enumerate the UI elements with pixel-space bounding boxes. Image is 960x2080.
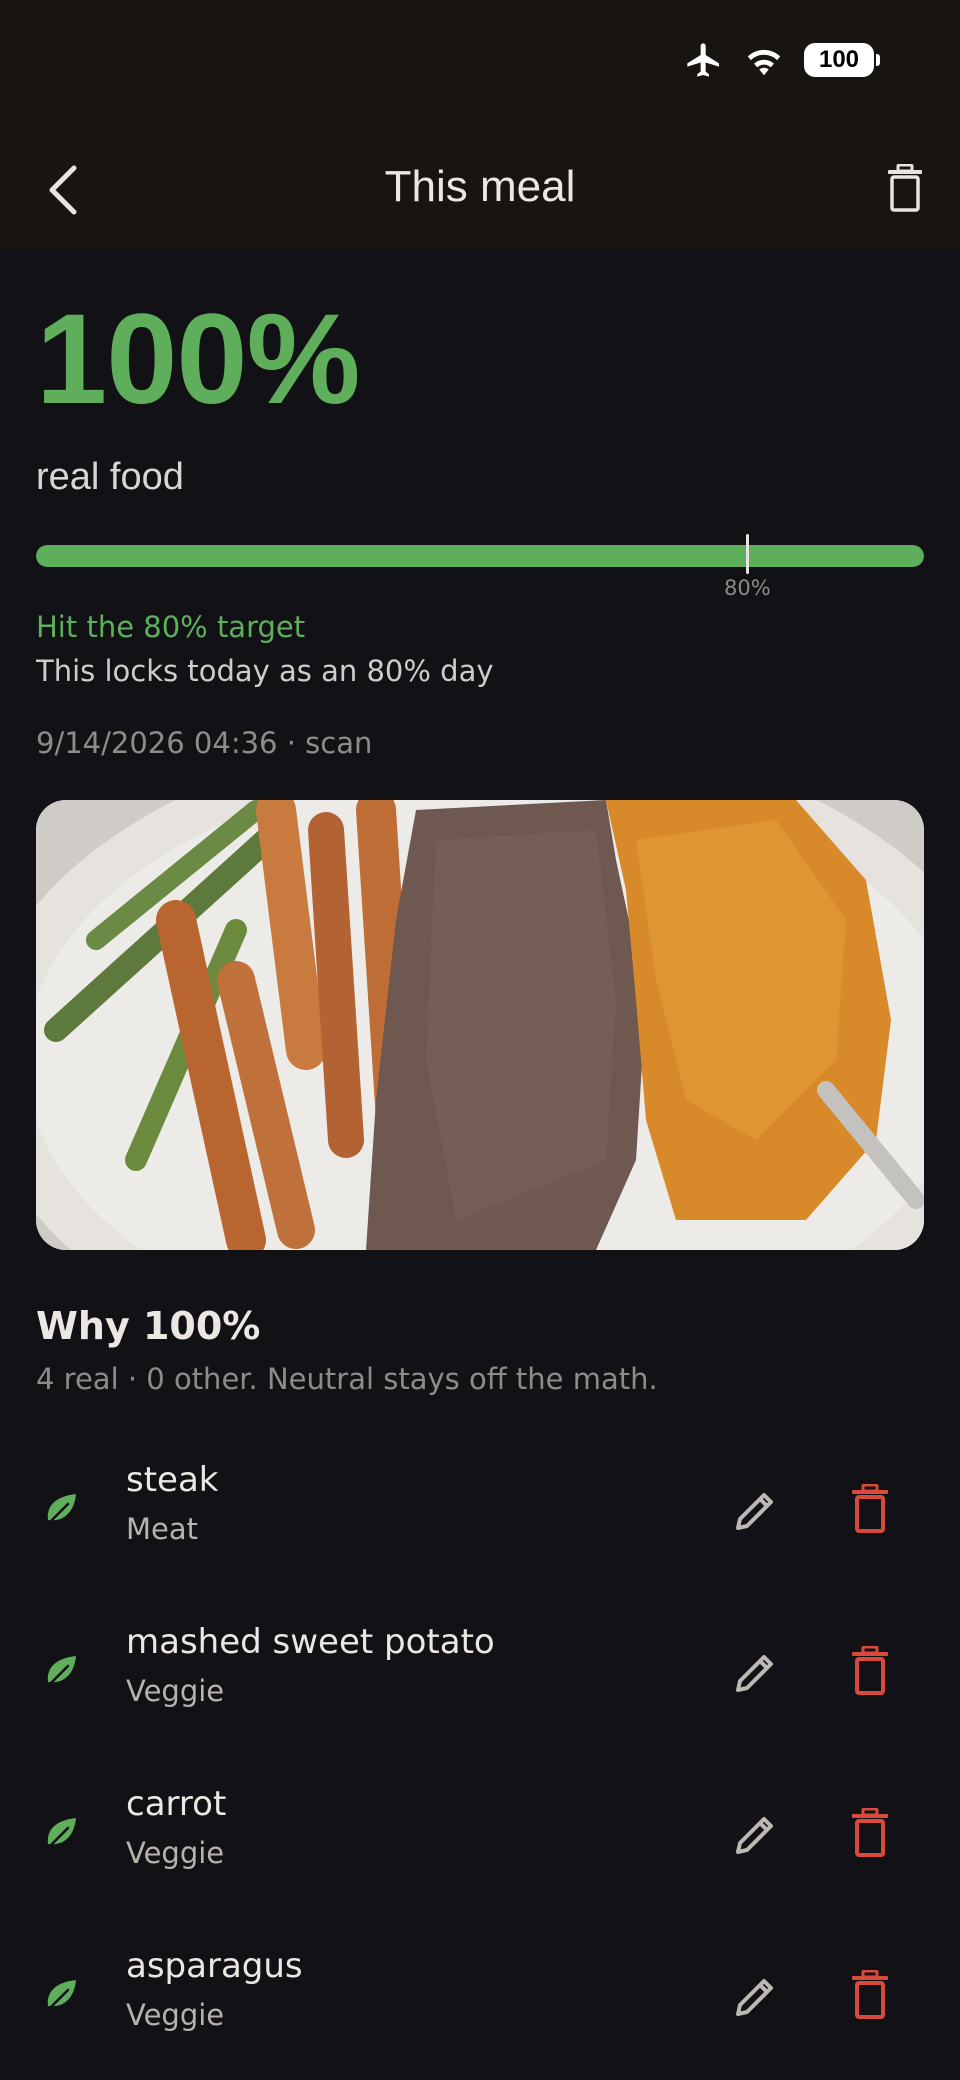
- leaf-icon: [46, 1980, 76, 2012]
- delete-item-icon[interactable]: [848, 1484, 892, 1536]
- pencil-icon[interactable]: [730, 1972, 780, 2022]
- status-bar: 100: [684, 40, 880, 80]
- airplane-icon: [687, 43, 719, 77]
- leaf-icon: [46, 1818, 76, 1850]
- breakdown-title: Why 100%: [36, 1304, 261, 1348]
- food-item: steak Meat: [0, 1442, 960, 1572]
- food-item-category: Veggie: [126, 1674, 225, 1708]
- food-item-name: carrot: [126, 1784, 227, 1824]
- food-item: carrot Veggie: [0, 1766, 960, 1896]
- progress-bar-fill: [36, 545, 924, 567]
- wifi-icon: [747, 49, 781, 76]
- meal-photo: [36, 800, 924, 1250]
- food-item-name: steak: [126, 1460, 219, 1500]
- leaf-icon: [46, 1494, 76, 1526]
- target-status: Hit the 80% target: [36, 610, 306, 644]
- delete-item-icon[interactable]: [848, 1646, 892, 1698]
- food-item: asparagus Veggie: [0, 1928, 960, 2058]
- breakdown-summary: 4 real · 0 other. Neutral stays off the …: [36, 1362, 658, 1396]
- leaf-icon: [46, 1656, 76, 1688]
- delete-item-icon[interactable]: [848, 1970, 892, 2022]
- food-item-name: asparagus: [126, 1946, 303, 1986]
- food-item: mashed sweet potato Veggie: [0, 1604, 960, 1734]
- food-item-category: Meat: [126, 1512, 199, 1546]
- battery-icon: 100: [804, 43, 880, 77]
- page-title: This meal: [384, 162, 576, 211]
- target-marker-label: 80%: [724, 576, 771, 600]
- food-item-category: Veggie: [126, 1998, 225, 2032]
- progress-bar: [36, 545, 924, 567]
- pencil-icon[interactable]: [730, 1810, 780, 1860]
- real-food-percentage: 100%: [36, 288, 360, 431]
- meal-timestamp: 9/14/2026 04:36 · scan: [36, 726, 373, 760]
- target-marker: [746, 534, 749, 574]
- delete-item-icon[interactable]: [848, 1808, 892, 1860]
- food-item-category: Veggie: [126, 1836, 225, 1870]
- food-item-name: mashed sweet potato: [126, 1622, 495, 1662]
- pencil-icon[interactable]: [730, 1648, 780, 1698]
- real-food-label: real food: [36, 456, 184, 498]
- day-lock-note: This locks today as an 80% day: [36, 654, 494, 688]
- trash-icon[interactable]: [884, 164, 926, 214]
- battery-level: 100: [818, 46, 860, 73]
- pencil-icon[interactable]: [730, 1486, 780, 1536]
- top-bar: 100 This meal: [0, 0, 960, 250]
